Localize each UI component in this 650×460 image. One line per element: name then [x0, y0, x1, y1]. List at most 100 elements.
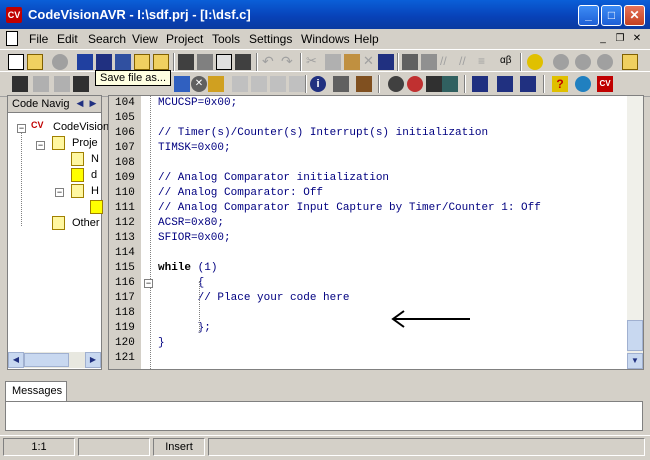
- scroll-thumb[interactable]: [24, 353, 69, 367]
- tree-node-d[interactable]: d: [91, 169, 97, 181]
- select-all-icon[interactable]: [378, 54, 394, 70]
- window-list-icon[interactable]: [472, 76, 488, 92]
- scroll-right-icon[interactable]: ▶: [85, 352, 101, 368]
- tree-node-other[interactable]: Other: [72, 217, 100, 229]
- align-left-icon[interactable]: [232, 76, 248, 92]
- cut-icon[interactable]: ✂: [306, 54, 322, 70]
- bookmark-prev-icon[interactable]: [575, 54, 591, 70]
- code-line[interactable]: }: [158, 337, 165, 349]
- cvavr-logo-icon[interactable]: CV: [597, 76, 613, 92]
- nav-right-arrow-icon[interactable]: ▶: [87, 97, 99, 110]
- tree-node-codevision[interactable]: CodeVision: [53, 121, 109, 133]
- menu-help[interactable]: Help: [354, 32, 379, 46]
- notes-icon[interactable]: [622, 54, 638, 70]
- messages-panel[interactable]: [5, 401, 643, 431]
- menu-project[interactable]: Project: [166, 32, 203, 46]
- tree-expander[interactable]: −: [36, 141, 45, 150]
- code-line[interactable]: // Timer(s)/Counter(s) Interrupt(s) init…: [158, 127, 488, 139]
- code-line[interactable]: // Analog Comparator Input Capture by Ti…: [158, 202, 541, 214]
- open-file-icon[interactable]: [27, 54, 43, 70]
- save-icon[interactable]: [77, 54, 93, 70]
- page-setup-icon[interactable]: [216, 54, 232, 70]
- reopen-icon[interactable]: [52, 54, 68, 70]
- bookmark-clear-icon[interactable]: [597, 54, 613, 70]
- scroll-down-icon[interactable]: ▼: [627, 353, 643, 369]
- terminal-icon[interactable]: [442, 76, 458, 92]
- code-line[interactable]: // Analog Comparator: Off: [158, 187, 323, 199]
- bookmark-icon[interactable]: [527, 54, 543, 70]
- web-globe-icon[interactable]: [575, 76, 591, 92]
- code-line[interactable]: };: [158, 322, 211, 334]
- tools-icon[interactable]: [356, 76, 372, 92]
- scroll-left-icon[interactable]: ◀: [8, 352, 24, 368]
- nav-left-arrow-icon[interactable]: ◀: [74, 97, 86, 110]
- close-project-icon[interactable]: [153, 54, 169, 70]
- stop-icon[interactable]: ✕: [191, 76, 207, 92]
- replace-icon[interactable]: [73, 76, 89, 92]
- maximize-button[interactable]: □: [601, 5, 622, 26]
- make-icon[interactable]: [174, 76, 190, 92]
- code-line[interactable]: // Place your code here: [158, 292, 350, 304]
- indent-icon[interactable]: [402, 54, 418, 70]
- menu-search[interactable]: Search: [88, 32, 126, 46]
- code-line[interactable]: ACSR=0x80;: [158, 217, 224, 229]
- find-next-icon[interactable]: [33, 76, 49, 92]
- menu-tools[interactable]: Tools: [212, 32, 240, 46]
- save-as-icon[interactable]: [96, 54, 112, 70]
- find-prev-icon[interactable]: [54, 76, 70, 92]
- redo-icon[interactable]: ↷: [281, 54, 297, 70]
- save-all-icon[interactable]: [115, 54, 131, 70]
- close-button[interactable]: ✕: [624, 5, 645, 26]
- menu-settings[interactable]: Settings: [249, 32, 292, 46]
- uncomment-icon[interactable]: //: [459, 54, 475, 70]
- code-line[interactable]: // Analog Comparator initialization: [158, 172, 389, 184]
- editor-scroll-thumb[interactable]: [627, 320, 643, 351]
- mdi-close-button[interactable]: ✕: [630, 32, 644, 46]
- paste-icon[interactable]: [344, 54, 360, 70]
- menu-edit[interactable]: Edit: [57, 32, 78, 46]
- code-line[interactable]: MCUCSP=0x00;: [158, 97, 237, 109]
- open-project-icon[interactable]: [134, 54, 150, 70]
- delete-icon[interactable]: ✕: [363, 54, 379, 70]
- tile-horizontal-icon[interactable]: [520, 76, 536, 92]
- settings-gear-icon[interactable]: [388, 76, 404, 92]
- printer-icon[interactable]: [235, 54, 251, 70]
- undo-icon[interactable]: ↶: [262, 54, 278, 70]
- comment-icon[interactable]: //: [440, 54, 456, 70]
- print-icon[interactable]: [178, 54, 194, 70]
- alpha-beta-icon[interactable]: αβ: [500, 54, 516, 70]
- copy-icon[interactable]: [325, 54, 341, 70]
- justify-icon[interactable]: [289, 76, 305, 92]
- bookmark-next-icon[interactable]: [553, 54, 569, 70]
- debug-bug-icon[interactable]: [407, 76, 423, 92]
- fold-marker[interactable]: −: [144, 279, 153, 288]
- tile-vertical-icon[interactable]: [497, 76, 513, 92]
- align-right-icon[interactable]: [270, 76, 286, 92]
- minimize-button[interactable]: _: [578, 5, 599, 26]
- menu-view[interactable]: View: [132, 32, 158, 46]
- help-icon[interactable]: ?: [552, 76, 568, 92]
- tree-expander[interactable]: −: [17, 124, 26, 133]
- align-center-icon[interactable]: [251, 76, 267, 92]
- navigator-horizontal-scrollbar[interactable]: ◀ ▶: [8, 352, 101, 368]
- menu-file[interactable]: File: [29, 32, 48, 46]
- chip-icon[interactable]: [426, 76, 442, 92]
- code-line[interactable]: {: [158, 277, 205, 289]
- toggle-case-icon[interactable]: ≡: [478, 54, 494, 70]
- menu-windows[interactable]: Windows: [301, 32, 350, 46]
- code-line[interactable]: SFIOR=0x00;: [158, 232, 231, 244]
- tree-expander[interactable]: −: [55, 188, 64, 197]
- find-icon[interactable]: [12, 76, 28, 92]
- print-preview-icon[interactable]: [197, 54, 213, 70]
- tree-node-project[interactable]: Proje: [72, 137, 98, 149]
- code-line[interactable]: while (1): [158, 262, 217, 274]
- messages-tab[interactable]: Messages: [5, 381, 67, 401]
- info-icon[interactable]: i: [310, 76, 326, 92]
- code-line[interactable]: TIMSK=0x00;: [158, 142, 231, 154]
- mdi-minimize-button[interactable]: _: [596, 32, 610, 46]
- tree-node-n[interactable]: N: [91, 153, 99, 165]
- program-chip-icon[interactable]: [333, 76, 349, 92]
- new-file-icon[interactable]: [8, 54, 24, 70]
- unindent-icon[interactable]: [421, 54, 437, 70]
- clean-icon[interactable]: [208, 76, 224, 92]
